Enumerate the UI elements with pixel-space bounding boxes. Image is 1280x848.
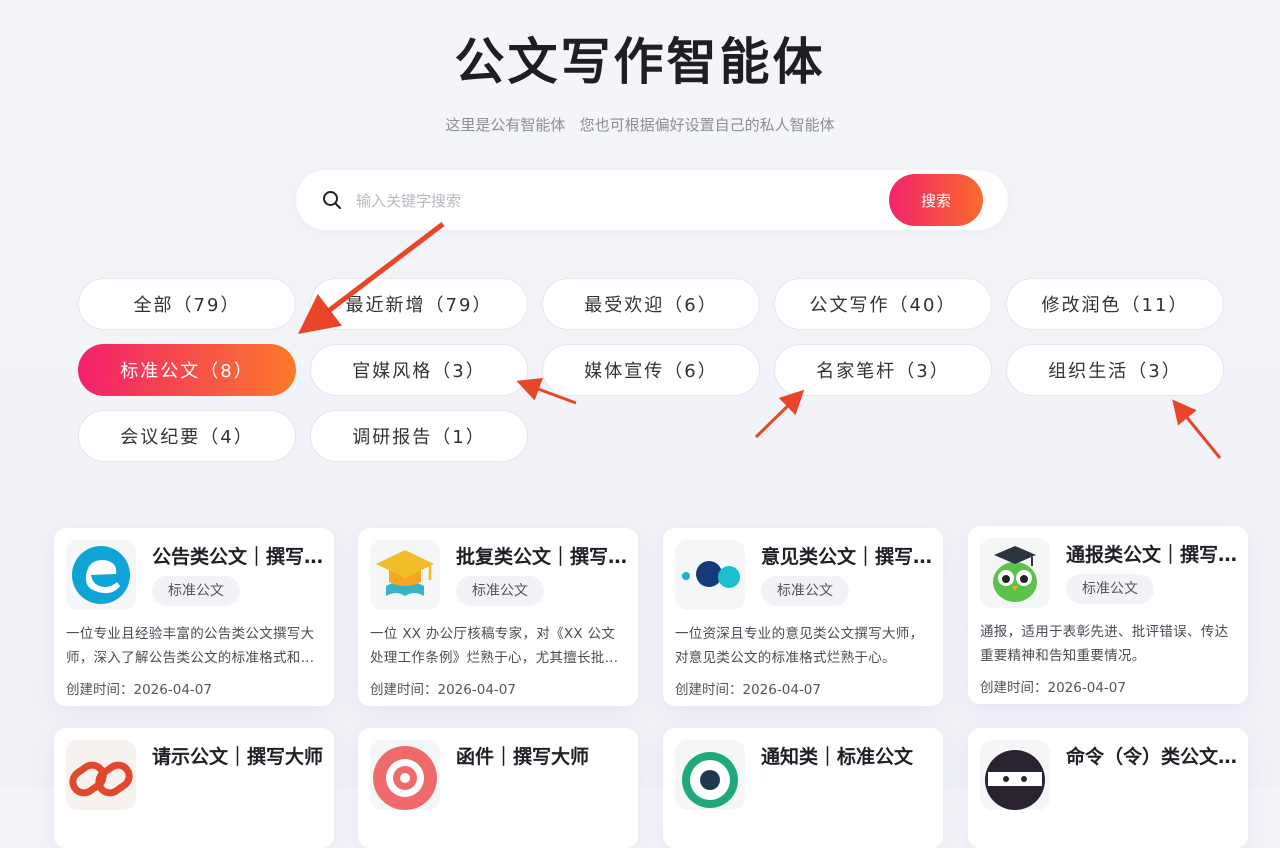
card-description: 通报，适用于表彰先进、批评错误、传达重要精神和告知重要情况。 bbox=[980, 624, 1229, 664]
agent-card[interactable]: 函件｜撰写大师 bbox=[358, 728, 638, 848]
category-chip-polish[interactable]: 修改润色（11） bbox=[1006, 278, 1224, 330]
agent-card[interactable]: 命令（令）类公文｜撰写大师 bbox=[968, 728, 1248, 848]
agent-card[interactable]: 意见类公文｜撰写大师 标准公文 一位资深且专业的意见类公文撰写大师，对意见类公文… bbox=[663, 528, 943, 706]
category-chip-org-life[interactable]: 组织生活（3） bbox=[1006, 344, 1224, 396]
owl-icon bbox=[980, 538, 1050, 608]
category-chip-famous-writers[interactable]: 名家笔杆（3） bbox=[774, 344, 992, 396]
card-description: 一位 XX 办公厅核稿专家，对《XX 公文处理工作条例》烂熟于心，尤其擅长批复类… bbox=[370, 626, 619, 666]
card-title: 通知类｜标准公文 bbox=[761, 746, 914, 768]
card-created-date: 创建时间：2026-04-07 bbox=[980, 680, 1126, 696]
category-chip-recent[interactable]: 最近新增（79） bbox=[310, 278, 528, 330]
card-tag: 标准公文 bbox=[456, 576, 544, 606]
card-title: 命令（令）类公文｜撰写大师 bbox=[1066, 746, 1238, 768]
agent-card[interactable]: 公告类公文｜撰写大师 标准公文 一位专业且经验丰富的公告类公文撰写大师，深入了解… bbox=[54, 528, 334, 706]
red-arrow-icon bbox=[754, 389, 805, 439]
card-tag: 标准公文 bbox=[152, 576, 240, 606]
card-created-date: 创建时间：2026-04-07 bbox=[675, 682, 821, 698]
graduation-cap-icon bbox=[370, 540, 440, 610]
green-ring-icon bbox=[675, 740, 745, 810]
blue-dots-icon bbox=[675, 540, 745, 610]
card-title: 公告类公文｜撰写大师 bbox=[152, 546, 324, 568]
agent-card[interactable]: 请示公文｜撰写大师 bbox=[54, 728, 334, 848]
red-target-icon bbox=[370, 740, 440, 810]
red-arrow-icon bbox=[1172, 399, 1222, 459]
agent-card[interactable]: 通报类公文｜撰写大师 标准公文 通报，适用于表彰先进、批评错误、传达重要精神和告… bbox=[968, 526, 1248, 704]
card-title: 通报类公文｜撰写大师 bbox=[1066, 544, 1238, 566]
category-chip-research[interactable]: 调研报告（1） bbox=[310, 410, 528, 462]
category-chip-all[interactable]: 全部（79） bbox=[78, 278, 296, 330]
search-icon bbox=[323, 191, 341, 209]
category-chip-media-promo[interactable]: 媒体宣传（6） bbox=[542, 344, 760, 396]
card-created-date: 创建时间：2026-04-07 bbox=[370, 682, 516, 698]
card-description: 一位资深且专业的意见类公文撰写大师，对意见类公文的标准格式烂熟于心。 bbox=[675, 626, 924, 666]
card-description: 一位专业且经验丰富的公告类公文撰写大师，深入了解公告类公文的标准格式和写作规范。 bbox=[66, 626, 315, 666]
card-tag: 标准公文 bbox=[761, 576, 849, 606]
card-title: 函件｜撰写大师 bbox=[456, 746, 590, 768]
search-bar: 搜索 bbox=[296, 170, 1008, 230]
agent-card[interactable]: 通知类｜标准公文 bbox=[663, 728, 943, 848]
search-input[interactable] bbox=[354, 186, 878, 216]
card-created-date: 创建时间：2026-04-07 bbox=[66, 682, 212, 698]
search-button[interactable]: 搜索 bbox=[889, 174, 983, 226]
category-chip-writing[interactable]: 公文写作（40） bbox=[774, 278, 992, 330]
page-subtitle: 这里是公有智能体 您也可根据偏好设置自己的私人智能体 bbox=[445, 116, 835, 134]
agent-card[interactable]: 批复类公文｜撰写大师 标准公文 一位 XX 办公厅核稿专家，对《XX 公文处理工… bbox=[358, 528, 638, 706]
blue-e-logo-icon bbox=[66, 540, 136, 610]
card-title: 批复类公文｜撰写大师 bbox=[456, 546, 628, 568]
card-tag: 标准公文 bbox=[1066, 574, 1154, 604]
category-chip-official-media[interactable]: 官媒风格（3） bbox=[310, 344, 528, 396]
category-chip-popular[interactable]: 最受欢迎（6） bbox=[542, 278, 760, 330]
category-chip-minutes[interactable]: 会议纪要（4） bbox=[78, 410, 296, 462]
card-title: 请示公文｜撰写大师 bbox=[152, 746, 324, 768]
ninja-icon bbox=[980, 740, 1050, 810]
category-chip-standard[interactable]: 标准公文（8） bbox=[78, 344, 296, 396]
card-title: 意见类公文｜撰写大师 bbox=[761, 546, 933, 568]
page-title: 公文写作智能体 bbox=[454, 33, 826, 91]
red-chain-icon bbox=[66, 740, 136, 810]
